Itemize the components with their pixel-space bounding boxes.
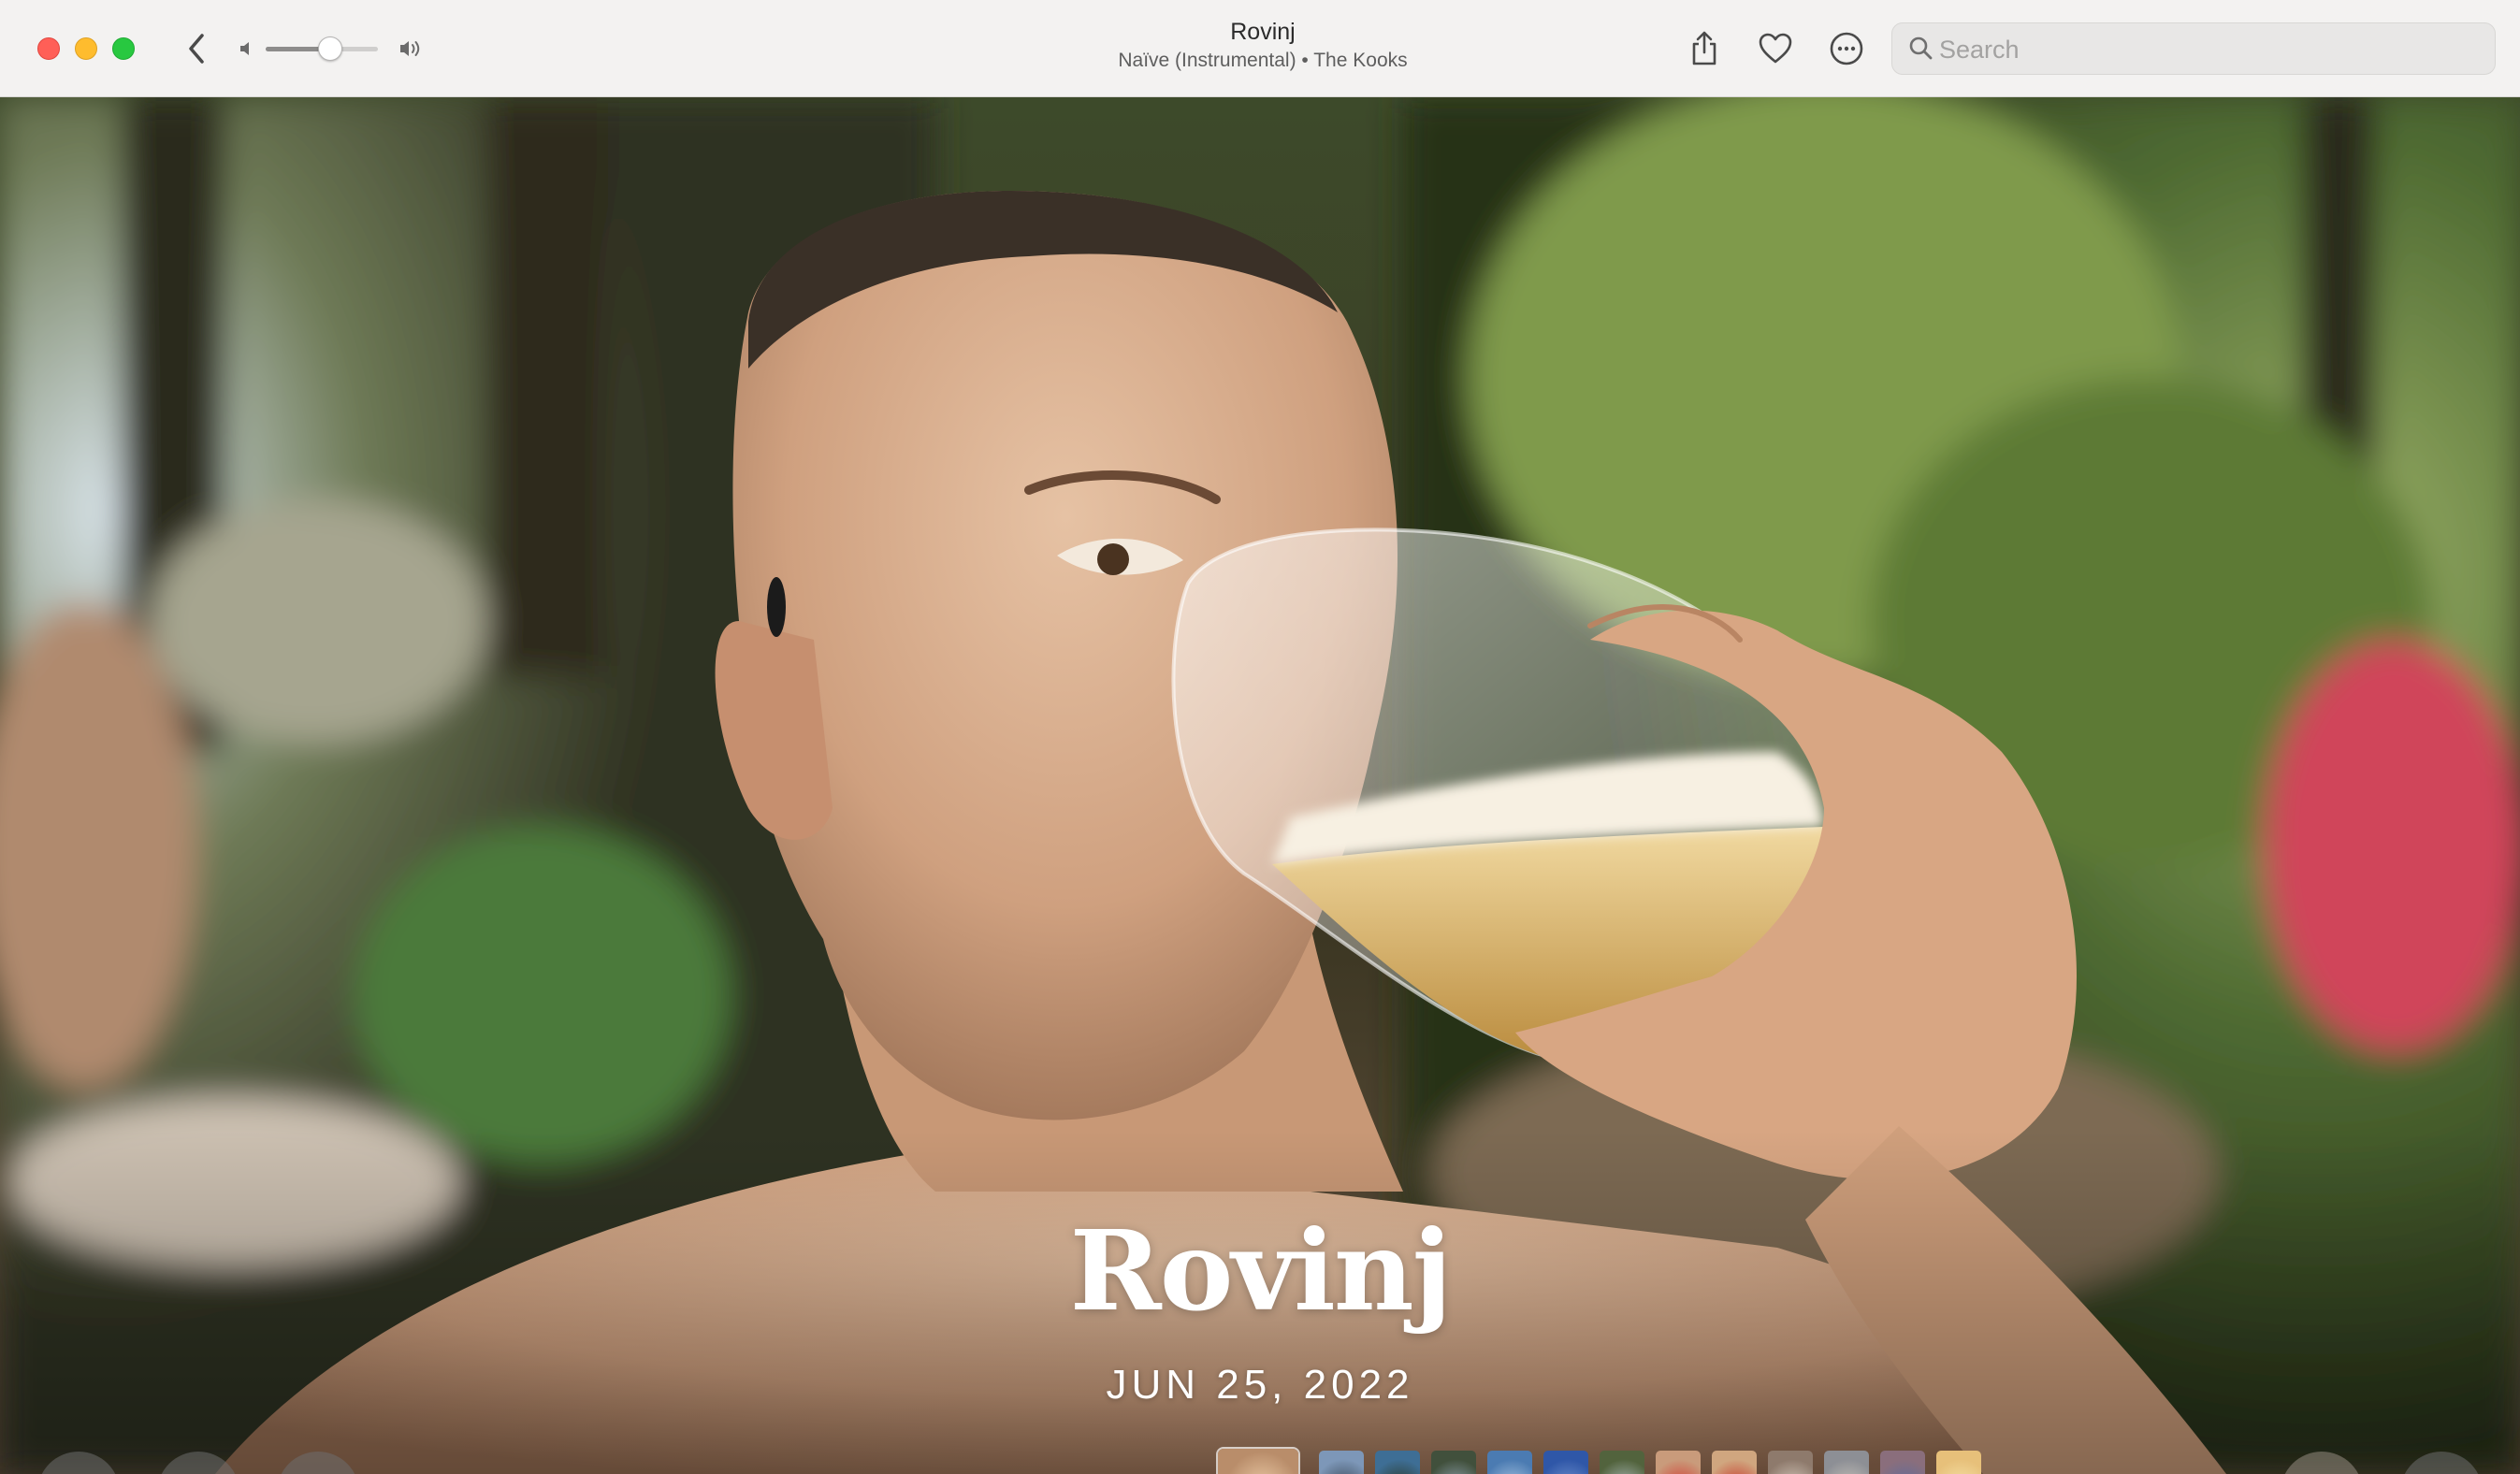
back-button[interactable] xyxy=(181,28,213,69)
song-artist: Naïve (Instrumental) • The Kooks xyxy=(1118,50,1408,71)
thumbnail[interactable] xyxy=(1936,1451,1981,1474)
window-title: Rovinj xyxy=(1230,19,1296,45)
minimize-button[interactable] xyxy=(75,37,97,60)
more-button[interactable] xyxy=(1826,28,1867,69)
memory-photo: Rovinj JUN 25, 2022 xyxy=(0,97,2520,1474)
now-playing-title: Rovinj Naïve (Instrumental) • The Kooks xyxy=(973,17,1553,75)
thumbnail[interactable] xyxy=(1600,1451,1644,1474)
memory-title: Rovinj xyxy=(1069,1206,1453,1336)
thumbnail[interactable] xyxy=(1824,1451,1869,1474)
memory-date: JUN 25, 2022 xyxy=(1106,1362,1414,1408)
search-field[interactable] xyxy=(1891,22,2496,75)
thumbnail[interactable] xyxy=(1431,1451,1476,1474)
thumbnail[interactable] xyxy=(1880,1451,1925,1474)
search-icon xyxy=(1909,36,1933,60)
thumbnail[interactable] xyxy=(1543,1451,1588,1474)
search-input[interactable] xyxy=(1937,31,2484,68)
thumbnail[interactable] xyxy=(1768,1451,1813,1474)
title-bar: Rovinj Naïve (Instrumental) • The Kooks xyxy=(0,0,2520,97)
heart-icon xyxy=(1759,33,1792,64)
thumbnail[interactable] xyxy=(1656,1451,1701,1474)
zoom-button[interactable] xyxy=(112,37,135,60)
thumbnail[interactable] xyxy=(1375,1451,1420,1474)
chevron-left-icon xyxy=(189,34,204,64)
thumbnail-current[interactable] xyxy=(1218,1449,1298,1474)
share-icon xyxy=(1692,31,1716,65)
thumbnail[interactable] xyxy=(1712,1451,1757,1474)
volume-slider[interactable] xyxy=(266,36,387,62)
thumbnail[interactable] xyxy=(1319,1451,1364,1474)
volume-knob[interactable] xyxy=(318,36,342,61)
close-button[interactable] xyxy=(37,37,60,60)
ellipsis-circle-icon xyxy=(1830,32,1863,65)
favorite-button[interactable] xyxy=(1755,28,1796,69)
thumbnail[interactable] xyxy=(1487,1451,1532,1474)
share-button[interactable] xyxy=(1684,28,1725,69)
speaker-high-icon xyxy=(400,41,420,56)
speaker-low-icon xyxy=(240,42,249,55)
